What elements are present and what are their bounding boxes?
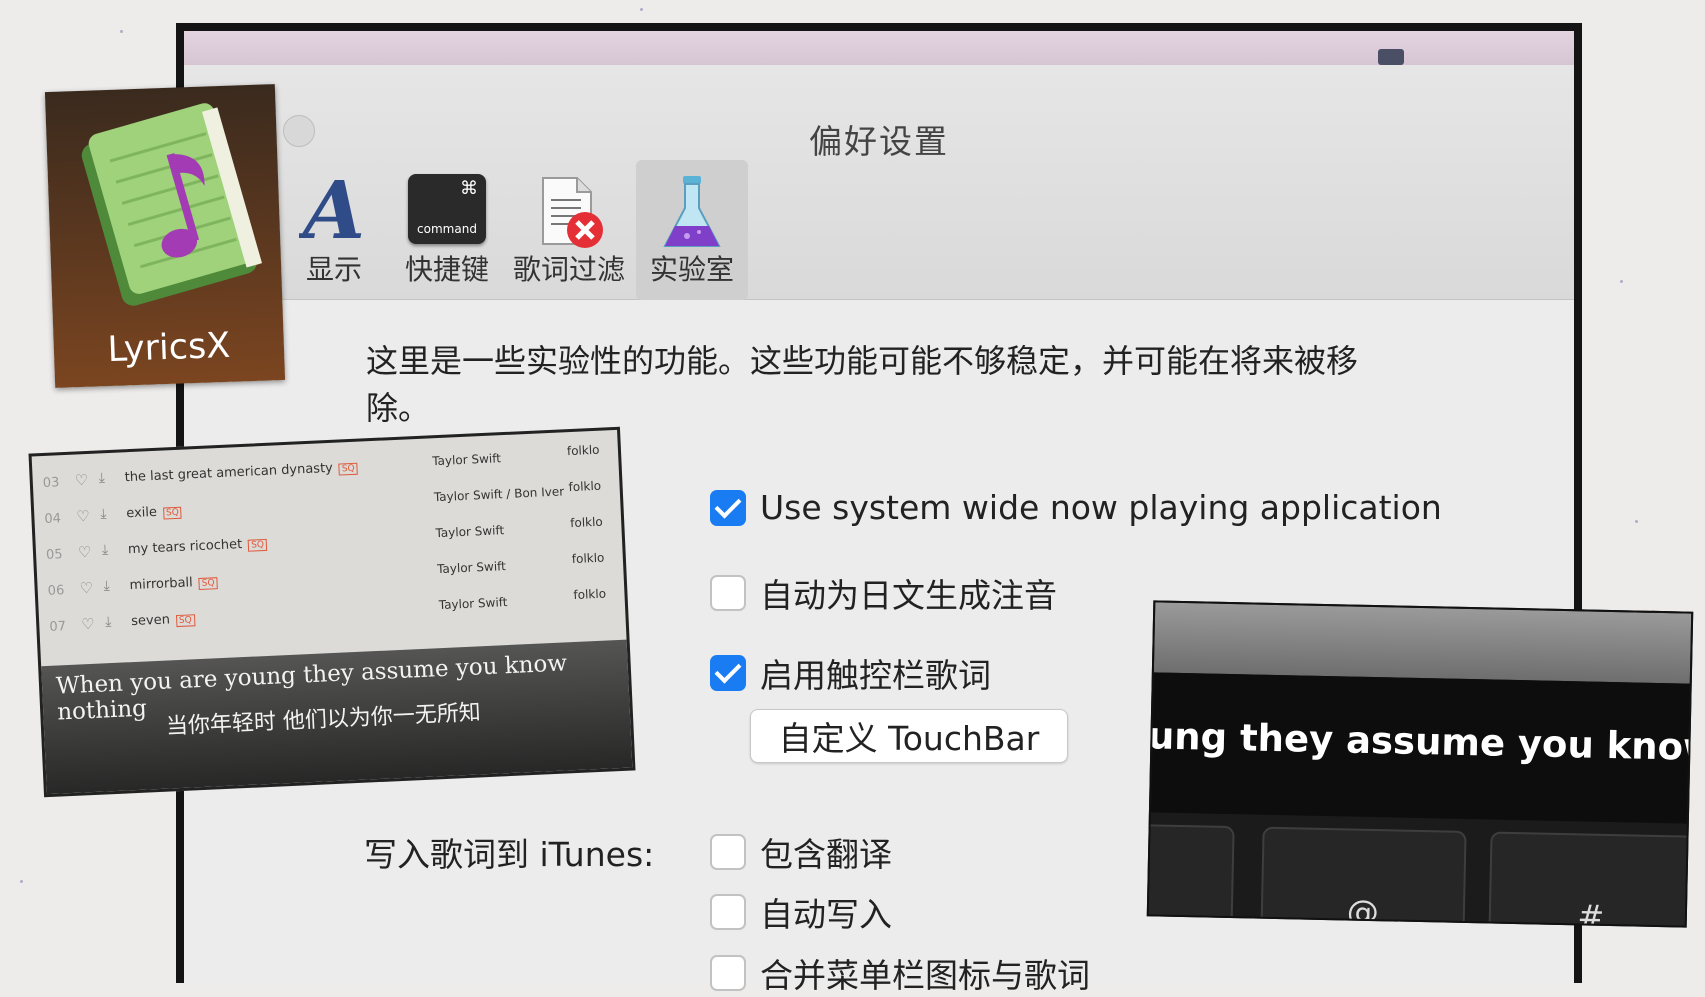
- lab-description: 这里是一些实验性的功能。这些功能可能不够稳定，并可能在将来被移除。: [366, 342, 1359, 427]
- heart-icon[interactable]: ♡: [79, 579, 93, 598]
- download-icon[interactable]: ⤓: [100, 506, 107, 522]
- artist-name: Taylor Swift: [435, 523, 505, 541]
- track-number: 07: [49, 619, 67, 635]
- svg-text:A: A: [299, 168, 365, 248]
- laptop-body: [1153, 602, 1692, 684]
- background-speck: [20, 880, 23, 883]
- furigana-option[interactable]: 自动为日文生成注音: [710, 569, 1057, 617]
- tab-label: 快捷键: [404, 253, 489, 286]
- artist-name: Taylor Swift: [436, 559, 507, 577]
- heart-icon[interactable]: ♡: [78, 543, 92, 562]
- download-icon[interactable]: ⤓: [102, 542, 109, 558]
- sq-badge: SQ: [198, 577, 218, 591]
- tab-display[interactable]: A 显示: [284, 160, 384, 300]
- tab-lab[interactable]: 实验室: [636, 160, 748, 300]
- keyboard-key-at: @: [1260, 826, 1467, 928]
- document-reject-icon: [529, 174, 609, 258]
- auto-write-checkbox[interactable]: [710, 894, 746, 930]
- heart-icon[interactable]: ♡: [74, 471, 88, 490]
- album-name: folklo: [569, 514, 604, 531]
- customize-touchbar-button[interactable]: 自定义 TouchBar: [750, 709, 1068, 763]
- song-title: the last great american dynasty SQ: [124, 460, 358, 485]
- background-speck: [120, 30, 123, 33]
- download-icon[interactable]: ⤓: [103, 578, 110, 594]
- heart-icon[interactable]: ♡: [76, 507, 90, 526]
- heart-icon[interactable]: ♡: [81, 615, 95, 634]
- command-key-icon: ⌘ command: [408, 174, 486, 244]
- song-title: mirrorball SQ: [129, 574, 218, 593]
- itunes-write-label: 写入歌词到 iTunes:: [364, 835, 655, 874]
- track-number: 03: [42, 475, 60, 491]
- album-name: folklo: [566, 442, 600, 459]
- checkbox-label: 自动写入: [760, 895, 892, 934]
- background-speck: [640, 8, 643, 11]
- furigana-checkbox[interactable]: [710, 575, 746, 611]
- window-title: 偏好设置: [809, 122, 949, 161]
- touchbar-lyrics-checkbox[interactable]: [710, 655, 746, 691]
- checkbox-label: 包含翻译: [760, 835, 892, 874]
- system-now-playing-option[interactable]: Use system wide now playing application: [710, 488, 1442, 527]
- artist-name: Taylor Swift / Bon Iver: [433, 484, 565, 505]
- sq-badge: SQ: [162, 506, 183, 520]
- window-top-strip: [184, 31, 1574, 65]
- merge-menubar-option[interactable]: 合并菜单栏图标与歌词: [710, 949, 1090, 997]
- touchbar-lyrics-option[interactable]: 启用触控栏歌词: [710, 649, 991, 697]
- artist-name: Taylor Swift: [438, 595, 508, 613]
- track-number: 04: [44, 511, 62, 527]
- background-speck: [1620, 280, 1623, 283]
- app-name: LyricsX: [106, 325, 231, 371]
- sq-badge: SQ: [338, 462, 358, 476]
- artist-name: Taylor Swift: [431, 451, 502, 469]
- keyboard-key: [1146, 823, 1235, 928]
- merge-menubar-checkbox[interactable]: [710, 955, 746, 991]
- tab-label: 显示: [305, 253, 362, 286]
- song-title: exile SQ: [126, 504, 183, 521]
- album-name: folklo: [568, 478, 602, 495]
- command-key-text: command: [417, 222, 477, 236]
- include-translation-checkbox[interactable]: [710, 834, 746, 870]
- toolbar: 偏好设置 A 显示 ⌘ command 快捷键 歌词过滤 实验室: [178, 65, 1574, 300]
- flask-icon: [657, 174, 727, 258]
- tab-label: 实验室: [649, 253, 734, 286]
- playlist-rows: 03 ♡ ⤓ the last great american dynasty SQ Tay…: [32, 438, 626, 644]
- checkbox-label: 自动为日文生成注音: [760, 576, 1057, 615]
- tab-lyrics-filter[interactable]: 歌词过滤: [506, 160, 632, 300]
- system-now-playing-checkbox[interactable]: [710, 489, 746, 526]
- touchbar-photo: oung they assume you know no @ #: [1146, 600, 1694, 928]
- keyboard-key-hash: #: [1488, 831, 1694, 928]
- album-name: folklo: [573, 586, 607, 603]
- tab-label: 歌词过滤: [512, 253, 625, 286]
- download-icon[interactable]: ⤓: [105, 614, 112, 630]
- background-speck: [1635, 520, 1638, 523]
- checkbox-label: 合并菜单栏图标与歌词: [760, 956, 1090, 995]
- checkbox-label: 启用触控栏歌词: [760, 656, 991, 695]
- track-number: 06: [47, 583, 65, 599]
- auto-write-option[interactable]: 自动写入: [710, 888, 892, 936]
- download-icon[interactable]: ⤓: [98, 470, 105, 486]
- command-key-symbol: ⌘: [460, 178, 478, 199]
- key-label: #: [1577, 897, 1605, 928]
- music-book-icon: [81, 103, 263, 306]
- song-title: my tears ricochet SQ: [128, 536, 268, 557]
- lyricsx-app-icon: LyricsX: [44, 84, 286, 388]
- font-a-icon: A: [296, 163, 369, 257]
- playlist-screenshot: 03 ♡ ⤓ the last great american dynasty SQ Tay…: [28, 426, 636, 798]
- tab-shortcuts[interactable]: ⌘ command 快捷键: [392, 160, 502, 300]
- album-name: folklo: [571, 550, 605, 567]
- sq-badge: SQ: [175, 614, 196, 628]
- include-translation-option[interactable]: 包含翻译: [710, 828, 892, 876]
- sq-badge: SQ: [247, 538, 268, 552]
- track-number: 05: [45, 547, 64, 563]
- song-title: seven SQ: [131, 611, 196, 629]
- checkbox-label: Use system wide now playing application: [760, 488, 1442, 527]
- desktop-item: [1378, 49, 1404, 65]
